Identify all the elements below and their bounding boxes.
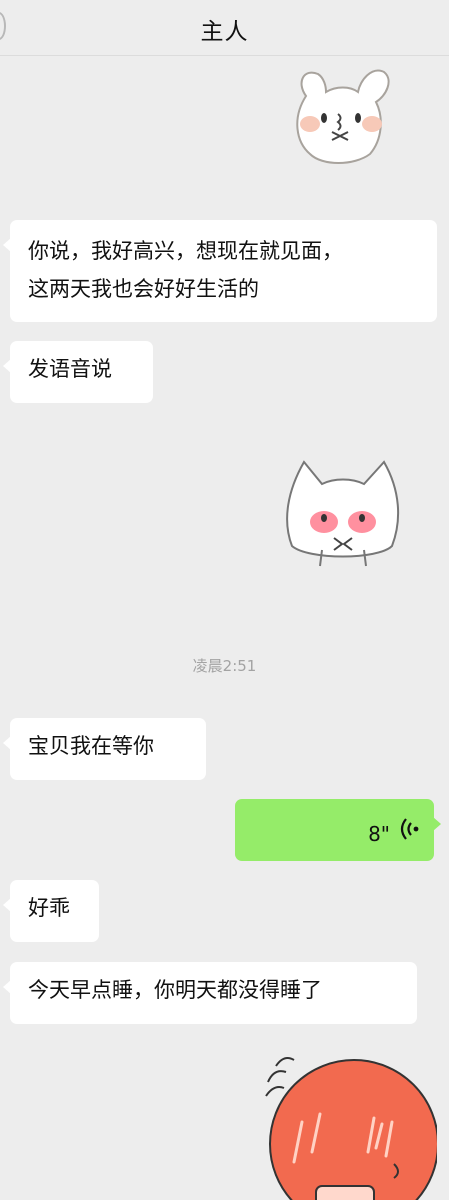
voice-message-bubble[interactable]: 8" <box>235 799 441 861</box>
message-bubble-2[interactable]: 发语音说 <box>3 341 153 403</box>
bunny-sticker-image <box>296 69 390 164</box>
red-face-sticker[interactable] <box>262 1052 437 1200</box>
voice-duration: 8" <box>368 822 390 846</box>
voice-wave-icon <box>400 818 419 840</box>
message-bubble-1[interactable]: 你说，我好高兴，想现在就见面， 这两天我也会好好生活的 <box>3 220 437 322</box>
cat-sticker-image <box>286 460 400 567</box>
bunny-sticker[interactable] <box>278 62 396 168</box>
timestamp: 凌晨2:51 <box>192 657 257 675</box>
message-text: 宝贝我在等你 <box>28 734 154 758</box>
message-text: 好乖 <box>28 896 70 920</box>
message-text: 今天早点睡，你明天都没得睡了 <box>28 978 322 1002</box>
message-line: 你说，我好高兴，想现在就见面， <box>28 239 343 263</box>
message-line: 这两天我也会好好生活的 <box>28 277 259 301</box>
message-bubble-4[interactable]: 好乖 <box>3 880 99 942</box>
chat-header: 主人 <box>0 0 449 56</box>
red-face-sticker-image <box>265 1057 437 1200</box>
message-bubble-3[interactable]: 宝贝我在等你 <box>3 718 206 780</box>
chat-title: 主人 <box>200 19 249 45</box>
message-text: 发语音说 <box>28 357 112 381</box>
message-bubble-5[interactable]: 今天早点睡，你明天都没得睡了 <box>3 962 417 1024</box>
cat-sticker[interactable] <box>282 450 402 570</box>
